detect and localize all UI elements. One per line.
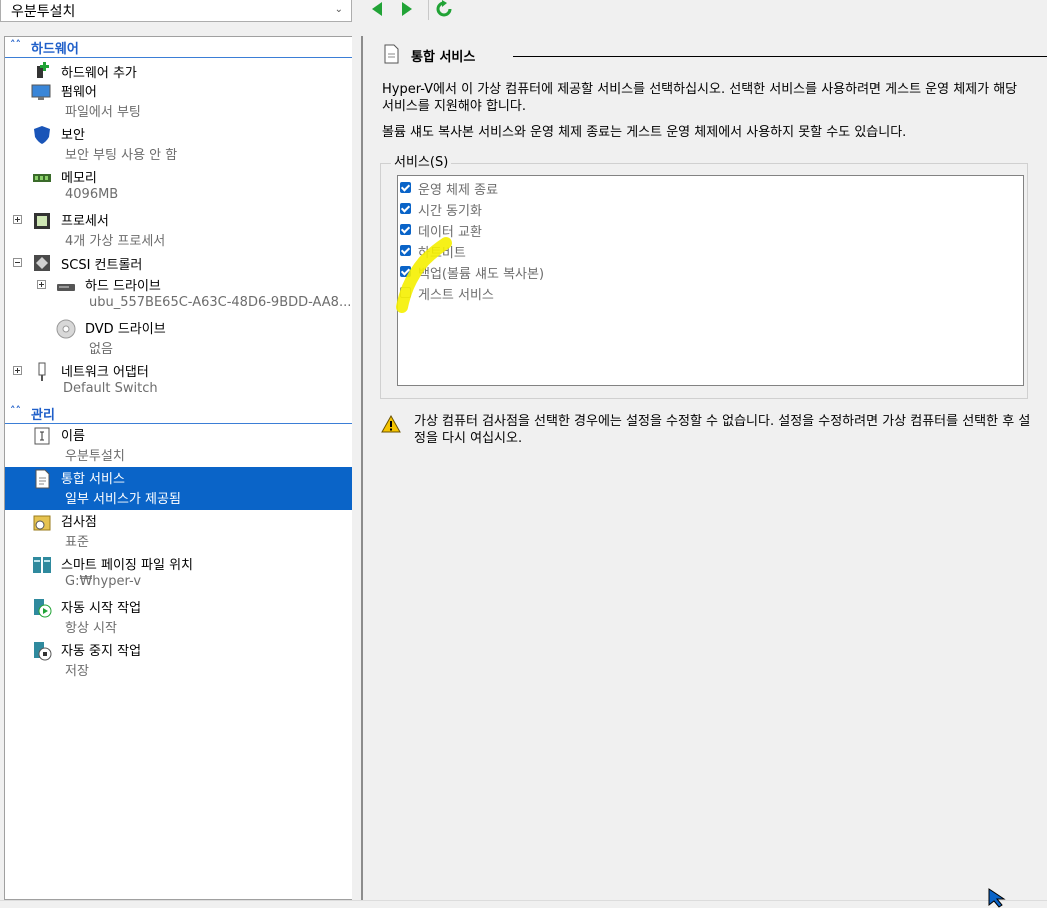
sidebar-item-label: 자동 시작 작업: [61, 601, 142, 616]
vm-name: 우분투설치: [11, 4, 76, 20]
expand-icon[interactable]: [37, 280, 46, 289]
toolbar: 우분투설치 ⌄: [0, 0, 1047, 30]
dvd-disc-icon: [56, 319, 76, 339]
service-label: 시간 동기화: [418, 204, 482, 219]
sidebar-item-scsi-controller[interactable]: SCSI 컨트롤러: [5, 252, 352, 274]
monitor-icon: [31, 84, 51, 100]
green-right-arrow-icon[interactable]: [396, 0, 416, 18]
services-label: 서비스(S): [391, 151, 452, 170]
sidebar-item-dvd-drive[interactable]: DVD 드라이브 없음: [5, 317, 352, 360]
sidebar-item-label: 네트워크 어댑터: [61, 365, 149, 380]
collapse-icon: ˄˄: [10, 404, 21, 417]
sidebar-item-sub: ubu_557BE65C-A63C-48D6-9BDD-AA8...: [89, 295, 352, 310]
paging-file-icon: [33, 557, 51, 573]
shield-icon: [34, 126, 50, 144]
sidebar-item-processor[interactable]: 프로세서 4개 가상 프로세서: [5, 209, 352, 252]
name-tag-icon: [34, 427, 50, 445]
sidebar-item-network-adapter[interactable]: 네트워크 어댑터 Default Switch: [5, 360, 352, 403]
sidebar-item-memory[interactable]: 메모리 4096MB: [5, 166, 352, 209]
sidebar-item-label: 메모리: [61, 171, 97, 186]
document-icon: [384, 44, 399, 64]
processor-icon: [34, 213, 50, 229]
management-header-label: 관리: [31, 408, 55, 423]
memory-chip-icon: [33, 174, 51, 182]
sidebar-item-sub: 파일에서 부팅: [65, 105, 141, 120]
sidebar-item-label: 하드웨어 추가: [61, 66, 137, 81]
sidebar-item-label: 하드 드라이브: [85, 279, 161, 294]
collapse-icon: ˄˄: [10, 38, 21, 51]
mouse-cursor-icon: [988, 888, 1006, 908]
panel-header: 통합 서비스: [383, 44, 1047, 65]
sidebar-item-integration-services[interactable]: 통합 서비스 일부 서비스가 제공됨: [5, 467, 352, 510]
warning-icon: [381, 415, 401, 433]
sidebar-item-smart-paging[interactable]: 스마트 페이징 파일 위치 G:₩hyper-v: [5, 553, 352, 596]
chevron-down-icon: ⌄: [334, 4, 343, 15]
checkpoint-icon: [33, 515, 51, 531]
vm-selector[interactable]: 우분투설치 ⌄: [0, 0, 352, 22]
sidebar-item-add-hardware[interactable]: 하드웨어 추가: [5, 58, 352, 81]
network-adapter-icon: [38, 362, 46, 381]
integration-services-panel: 통합 서비스 Hyper-V에서 이 가상 컴퓨터에 제공할 서비스를 선택하십…: [363, 36, 1047, 900]
green-refresh-icon[interactable]: [434, 0, 454, 18]
sidebar-item-label: SCSI 컨트롤러: [61, 258, 143, 273]
sidebar-item-name[interactable]: 이름 우분투설치: [5, 424, 352, 467]
sidebar-item-sub: 우분투설치: [65, 449, 125, 464]
auto-start-icon: [34, 599, 52, 618]
sidebar-item-firmware[interactable]: 펌웨어 파일에서 부팅: [5, 80, 352, 123]
expand-icon[interactable]: [13, 366, 22, 375]
settings-tree: ˄˄ 하드웨어 하드웨어 추가 펌웨어 파일에서 부팅 보안 보안 부팅 사용 …: [4, 36, 352, 900]
warning-text: 가상 컴퓨터 검사점을 선택한 경우에는 설정을 수정할 수 없습니다. 설정을…: [414, 414, 1031, 446]
add-hardware-icon: [37, 62, 49, 78]
sidebar-item-sub: 저장: [65, 664, 89, 679]
pane-splitter[interactable]: [352, 30, 360, 907]
collapse-tree-icon[interactable]: [13, 258, 22, 267]
checkbox[interactable]: [400, 224, 411, 235]
service-label: 운영 체제 종료: [418, 183, 499, 198]
hardware-header-label: 하드웨어: [31, 42, 79, 57]
sidebar-item-label: 이름: [61, 429, 85, 444]
sidebar-item-sub: 4096MB: [65, 187, 119, 202]
description-text: Hyper-V에서 이 가상 컴퓨터에 제공할 서비스를 선택하십시오. 선택한…: [382, 82, 1018, 114]
sidebar-item-label: 스마트 페이징 파일 위치: [61, 558, 193, 573]
auto-stop-icon: [34, 642, 52, 661]
sidebar-item-sub: 없음: [89, 342, 113, 357]
sidebar-item-label: 통합 서비스: [61, 472, 125, 487]
highlighter-mark: [396, 237, 452, 313]
sidebar-item-checkpoint[interactable]: 검사점 표준: [5, 510, 352, 553]
sidebar-item-label: DVD 드라이브: [85, 322, 166, 337]
document-icon: [35, 469, 50, 489]
sidebar-item-hard-drive[interactable]: 하드 드라이브 ubu_557BE65C-A63C-48D6-9BDD-AA8.…: [5, 274, 352, 317]
checkbox[interactable]: [400, 203, 411, 214]
sidebar-item-sub: Default Switch: [63, 381, 158, 396]
sidebar-item-sub: 4개 가상 프로세서: [65, 234, 166, 249]
sidebar-item-label: 펌웨어: [61, 85, 97, 100]
scsi-controller-icon: [34, 255, 50, 271]
sidebar-item-auto-start[interactable]: 자동 시작 작업 항상 시작: [5, 596, 352, 639]
title-rule: [513, 56, 1047, 57]
checkbox[interactable]: [400, 182, 411, 193]
sidebar-item-label: 프로세서: [61, 214, 109, 229]
sidebar-item-label: 보안: [61, 128, 85, 143]
hardware-section-header[interactable]: ˄˄ 하드웨어: [5, 37, 352, 58]
management-section-header[interactable]: ˄˄ 관리: [5, 403, 352, 424]
note-text: 볼륨 섀도 복사본 서비스와 운영 체제 종료는 게스트 운영 체제에서 사용하…: [382, 125, 907, 140]
services-list[interactable]: 운영 체제 종료 시간 동기화 데이터 교환 하트비트 백업(볼륨 섀도 복사본…: [397, 175, 1024, 386]
hard-drive-icon: [57, 284, 75, 291]
sidebar-item-auto-stop[interactable]: 자동 중지 작업 저장: [5, 639, 352, 682]
page-title: 통합 서비스: [411, 50, 476, 65]
sidebar-item-sub: 표준: [65, 535, 89, 550]
toolbar-separator: [428, 0, 429, 20]
green-left-arrow-icon[interactable]: [368, 0, 388, 18]
sidebar-item-label: 자동 중지 작업: [61, 644, 142, 659]
sidebar-item-sub: 항상 시작: [65, 621, 117, 636]
expand-icon[interactable]: [13, 215, 22, 224]
sidebar-item-sub: 보안 부팅 사용 안 함: [65, 148, 178, 163]
sidebar-item-security[interactable]: 보안 보안 부팅 사용 안 함: [5, 123, 352, 166]
sidebar-item-sub: 일부 서비스가 제공됨: [65, 492, 181, 507]
sidebar-item-sub: G:₩hyper-v: [65, 574, 142, 589]
sidebar-item-label: 검사점: [61, 515, 97, 530]
